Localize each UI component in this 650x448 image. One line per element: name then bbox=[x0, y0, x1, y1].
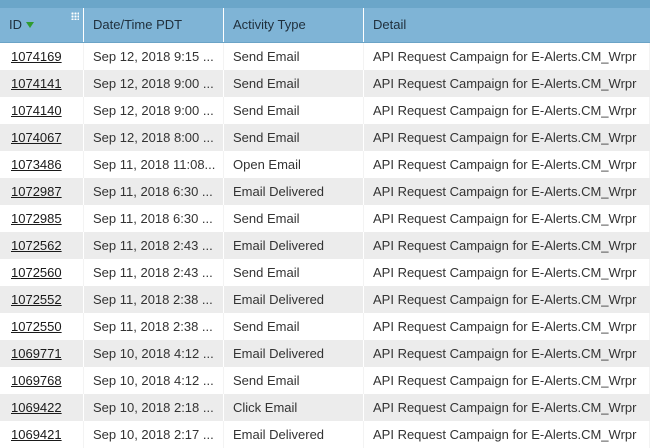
activity-type: Send Email bbox=[224, 43, 364, 70]
table-row[interactable]: 1069422 Sep 10, 2018 2:18 ... Click Email A… bbox=[0, 394, 650, 421]
table-row[interactable]: 1072550 Sep 11, 2018 2:38 ... Send Email AP… bbox=[0, 313, 650, 340]
activity-type: Send Email bbox=[224, 367, 364, 394]
activity-type: Email Delivered bbox=[224, 421, 364, 448]
activity-type: Click Email bbox=[224, 394, 364, 421]
table-row[interactable]: 1073486 Sep 11, 2018 11:08... Open Email AP… bbox=[0, 151, 650, 178]
activity-id-link[interactable]: 1074169 bbox=[0, 43, 84, 70]
activity-datetime: Sep 10, 2018 2:17 ... bbox=[84, 421, 224, 448]
activity-type: Send Email bbox=[224, 313, 364, 340]
activity-datetime: Sep 10, 2018 2:18 ... bbox=[84, 394, 224, 421]
column-resize-grip-icon[interactable] bbox=[71, 12, 79, 20]
activity-detail: API Request Campaign for E-Alerts.CM_Wrp… bbox=[373, 130, 637, 145]
activity-type: Email Delivered bbox=[224, 286, 364, 313]
table-row[interactable]: 1074169 Sep 12, 2018 9:15 ... Send Email AP… bbox=[0, 43, 650, 70]
activity-id-link[interactable]: 1069422 bbox=[0, 394, 84, 421]
activity-detail: API Request Campaign for E-Alerts.CM_Wrp… bbox=[364, 313, 650, 340]
activity-detail: API Request Campaign for E-Alerts.CM_Wrp… bbox=[373, 400, 637, 415]
activity-datetime: Sep 12, 2018 9:00 ... bbox=[84, 97, 224, 124]
activity-datetime: Sep 11, 2018 2:38 ... bbox=[84, 286, 224, 313]
activity-datetime: Sep 11, 2018 2:43 ... bbox=[84, 259, 224, 286]
activity-detail: API Request Campaign for E-Alerts.CM_Wrp… bbox=[364, 97, 650, 124]
activity-id-link[interactable]: 1074140 bbox=[0, 97, 84, 124]
column-header-activity-type[interactable]: Activity Type bbox=[224, 8, 364, 42]
table-row[interactable]: 1072562 Sep 11, 2018 2:43 ... Email Delive… bbox=[0, 232, 650, 259]
activity-datetime: Sep 12, 2018 9:15 ... bbox=[84, 43, 224, 70]
activity-type: Send Email bbox=[224, 205, 364, 232]
activity-id-link[interactable]: 1072550 bbox=[0, 313, 84, 340]
table-row[interactable]: 1069768 Sep 10, 2018 4:12 ... Send Email AP… bbox=[0, 367, 650, 394]
activity-datetime: Sep 12, 2018 8:00 ... bbox=[84, 124, 224, 151]
activity-datetime: Sep 10, 2018 4:12 ... bbox=[84, 340, 224, 367]
activity-datetime: Sep 11, 2018 6:30 ... bbox=[84, 205, 224, 232]
column-header-label: Date/Time PDT bbox=[93, 17, 183, 32]
activity-detail: API Request Campaign for E-Alerts.CM_Wrp… bbox=[364, 421, 650, 448]
column-header-label: ID bbox=[9, 17, 22, 32]
activity-type: Email Delivered bbox=[224, 232, 364, 259]
activity-detail: API Request Campaign for E-Alerts.CM_Wrp… bbox=[364, 151, 650, 178]
table-header: ID Date/Time PDT Activity Type Detail bbox=[0, 8, 650, 43]
activity-datetime: Sep 11, 2018 6:30 ... bbox=[84, 178, 224, 205]
activity-id-link[interactable]: 1074067 bbox=[0, 124, 84, 151]
activity-id-link[interactable]: 1072985 bbox=[0, 205, 84, 232]
table-row[interactable]: 1074067 Sep 12, 2018 8:00 ... Send Email AP… bbox=[0, 124, 650, 151]
table-row[interactable]: 1072560 Sep 11, 2018 2:43 ... Send Email AP… bbox=[0, 259, 650, 286]
table-row[interactable]: 1069771 Sep 10, 2018 4:12 ... Email Delive… bbox=[0, 340, 650, 367]
table-row[interactable]: 1072987 Sep 11, 2018 6:30 ... Email Delive… bbox=[0, 178, 650, 205]
activity-id-link[interactable]: 1069421 bbox=[0, 421, 84, 448]
activity-id-link[interactable]: 1072552 bbox=[0, 286, 84, 313]
activity-type: Email Delivered bbox=[224, 178, 364, 205]
table-row[interactable]: 1074141 Sep 12, 2018 9:00 ... Send Email AP… bbox=[0, 70, 650, 97]
activity-type: Open Email bbox=[224, 151, 364, 178]
activity-detail: API Request Campaign for E-Alerts.CM_Wrp… bbox=[364, 367, 650, 394]
column-header-datetime[interactable]: Date/Time PDT bbox=[84, 8, 224, 42]
activity-datetime: Sep 11, 2018 11:08... bbox=[84, 151, 224, 178]
column-header-id[interactable]: ID bbox=[0, 8, 84, 42]
activity-datetime: Sep 11, 2018 2:38 ... bbox=[84, 313, 224, 340]
activity-id-link[interactable]: 1069768 bbox=[0, 367, 84, 394]
grid-top-bar bbox=[0, 0, 650, 8]
activity-id-link[interactable]: 1072987 bbox=[0, 178, 84, 205]
activity-type: Email Delivered bbox=[224, 340, 364, 367]
activity-detail: API Request Campaign for E-Alerts.CM_Wrp… bbox=[373, 238, 637, 253]
column-header-label: Activity Type bbox=[233, 17, 306, 32]
activity-detail: API Request Campaign for E-Alerts.CM_Wrp… bbox=[364, 43, 650, 70]
sort-descending-icon[interactable] bbox=[26, 21, 34, 28]
activity-id-link[interactable]: 1072560 bbox=[0, 259, 84, 286]
activity-datetime: Sep 10, 2018 4:12 ... bbox=[84, 367, 224, 394]
activity-id-link[interactable]: 1069771 bbox=[0, 340, 84, 367]
table-row[interactable]: 1069421 Sep 10, 2018 2:17 ... Email Delive… bbox=[0, 421, 650, 448]
table-body: 1074169 Sep 12, 2018 9:15 ... Send Email AP… bbox=[0, 43, 650, 448]
activity-detail: API Request Campaign for E-Alerts.CM_Wrp… bbox=[373, 292, 637, 307]
activity-detail: API Request Campaign for E-Alerts.CM_Wrp… bbox=[373, 346, 637, 361]
activity-type: Send Email bbox=[224, 124, 364, 151]
activity-datetime: Sep 11, 2018 2:43 ... bbox=[84, 232, 224, 259]
activity-detail: API Request Campaign for E-Alerts.CM_Wrp… bbox=[373, 184, 637, 199]
table-row[interactable]: 1072552 Sep 11, 2018 2:38 ... Email Delive… bbox=[0, 286, 650, 313]
activity-type: Send Email bbox=[224, 70, 364, 97]
activity-type: Send Email bbox=[224, 97, 364, 124]
activity-detail: API Request Campaign for E-Alerts.CM_Wrp… bbox=[364, 205, 650, 232]
table-row[interactable]: 1072985 Sep 11, 2018 6:30 ... Send Email AP… bbox=[0, 205, 650, 232]
activity-id-link[interactable]: 1073486 bbox=[0, 151, 84, 178]
column-header-detail[interactable]: Detail bbox=[364, 8, 650, 42]
activity-datetime: Sep 12, 2018 9:00 ... bbox=[84, 70, 224, 97]
activity-type: Send Email bbox=[224, 259, 364, 286]
activity-detail: API Request Campaign for E-Alerts.CM_Wrp… bbox=[373, 76, 637, 91]
activity-id-link[interactable]: 1074141 bbox=[0, 70, 84, 97]
activity-id-link[interactable]: 1072562 bbox=[0, 232, 84, 259]
table-row[interactable]: 1074140 Sep 12, 2018 9:00 ... Send Email AP… bbox=[0, 97, 650, 124]
activity-detail: API Request Campaign for E-Alerts.CM_Wrp… bbox=[364, 259, 650, 286]
column-header-label: Detail bbox=[373, 17, 407, 32]
